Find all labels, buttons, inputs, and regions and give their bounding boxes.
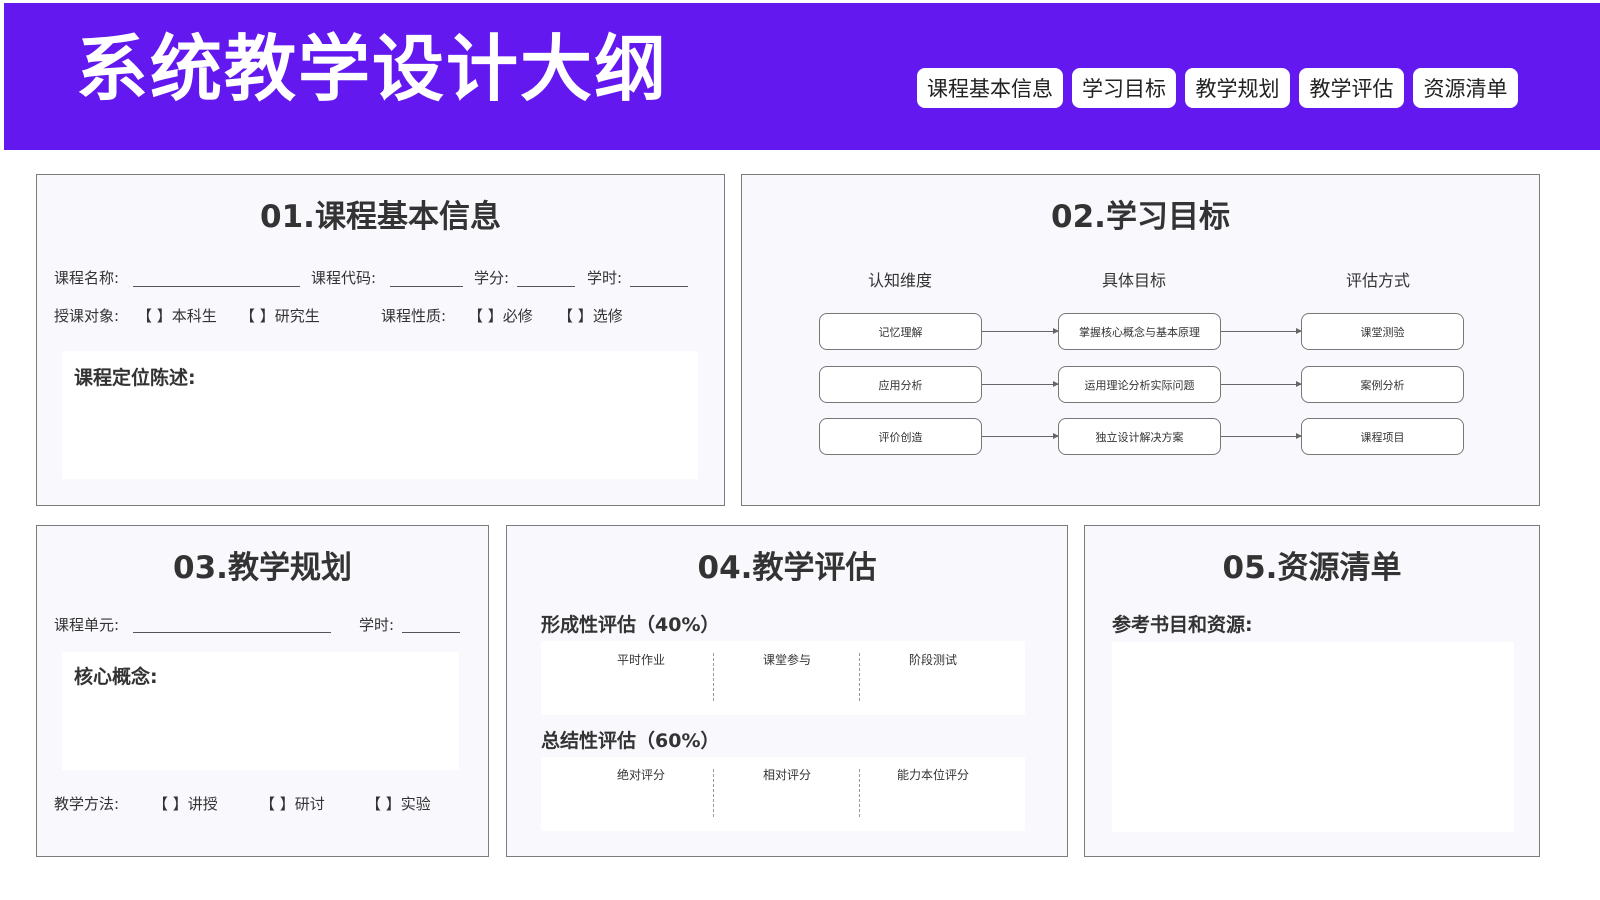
course-code-field[interactable] — [390, 286, 463, 287]
formative-item: 阶段测试 — [908, 653, 957, 667]
objective-box: 课堂测验 — [1301, 313, 1464, 350]
unit-label: 课程单元: — [54, 616, 120, 634]
divider — [713, 653, 714, 701]
arrow-connector — [982, 433, 1059, 439]
panel-title-objectives: 02.学习目标 — [1051, 199, 1230, 235]
option-discussion[interactable]: 【 】研讨 — [260, 793, 325, 814]
objective-box: 案例分析 — [1301, 366, 1464, 403]
objective-box: 评价创造 — [819, 418, 982, 455]
panel-objectives: 02.学习目标 认知维度 具体目标 评估方式 记忆理解 掌握核心概念与基本原理 … — [741, 174, 1540, 506]
audience-label: 授课对象: — [54, 307, 120, 325]
option-required[interactable]: 【 】必修 — [468, 305, 533, 326]
option-elective[interactable]: 【 】选修 — [558, 305, 623, 326]
nav-button-assessment[interactable]: 教学评估 — [1299, 68, 1404, 108]
option-graduate[interactable]: 【 】研究生 — [240, 305, 320, 326]
planning-hours-field[interactable] — [402, 632, 460, 633]
resources-area[interactable] — [1112, 642, 1514, 832]
divider — [713, 769, 714, 817]
objective-box: 课程项目 — [1301, 418, 1464, 455]
column-header-cognitive: 认知维度 — [867, 271, 932, 290]
resources-label: 参考书目和资源: — [1112, 614, 1253, 636]
divider — [859, 769, 860, 817]
column-header-evaluation: 评估方式 — [1345, 271, 1410, 290]
nav-button-basic-info[interactable]: 课程基本信息 — [917, 68, 1063, 108]
formative-label: 形成性评估（40%） — [541, 614, 720, 636]
hours-label: 学时: — [587, 269, 623, 287]
summative-label: 总结性评估（60%） — [541, 730, 720, 752]
column-header-specific: 具体目标 — [1101, 271, 1166, 290]
credit-label: 学分: — [474, 269, 510, 287]
arrow-connector — [1221, 433, 1302, 439]
panel-title-basic-info: 01.课程基本信息 — [260, 199, 501, 235]
course-name-label: 课程名称: — [54, 269, 120, 287]
panel-title-assessment: 04.教学评估 — [697, 550, 877, 586]
option-undergraduate[interactable]: 【 】本科生 — [137, 305, 217, 326]
panel-planning: 03.教学规划 课程单元: 学时: 核心概念: 教学方法: 【 】讲授 【 】研… — [36, 525, 489, 857]
planning-hours-label: 学时: — [359, 616, 395, 634]
objective-box: 记忆理解 — [819, 313, 982, 350]
formative-item: 平时作业 — [616, 653, 665, 667]
unit-field[interactable] — [133, 632, 331, 633]
nature-label: 课程性质: — [381, 307, 447, 325]
nav-button-objectives[interactable]: 学习目标 — [1072, 68, 1176, 108]
objective-box: 运用理论分析实际问题 — [1058, 366, 1221, 403]
credit-field[interactable] — [517, 286, 575, 287]
panel-title-resources: 05.资源清单 — [1222, 550, 1402, 586]
panel-assessment: 04.教学评估 形成性评估（40%） 平时作业 课堂参与 阶段测试 总结性评估（… — [506, 525, 1068, 857]
objective-box: 独立设计解决方案 — [1058, 418, 1221, 455]
objective-box: 掌握核心概念与基本原理 — [1058, 313, 1221, 350]
hours-field[interactable] — [630, 286, 688, 287]
objective-box: 应用分析 — [819, 366, 982, 403]
formative-item: 课堂参与 — [762, 653, 811, 667]
panel-basic-info: 01.课程基本信息 课程名称: 课程代码: 学分: 学时: 授课对象: 【 】本… — [36, 174, 725, 506]
arrow-connector — [1221, 328, 1302, 334]
nav-button-planning[interactable]: 教学规划 — [1185, 68, 1290, 108]
divider — [859, 653, 860, 701]
summative-item: 绝对评分 — [616, 768, 665, 782]
arrow-connector — [1221, 381, 1302, 387]
nav-button-resources[interactable]: 资源清单 — [1413, 68, 1518, 108]
method-label: 教学方法: — [54, 795, 120, 813]
panel-resources: 05.资源清单 参考书目和资源: — [1084, 525, 1540, 857]
summative-item: 能力本位评分 — [896, 768, 969, 782]
option-experiment[interactable]: 【 】实验 — [366, 793, 431, 814]
arrow-connector — [982, 381, 1059, 387]
course-name-field[interactable] — [133, 286, 300, 287]
summative-item: 相对评分 — [762, 768, 811, 782]
panel-title-planning: 03.教学规划 — [173, 550, 352, 586]
core-concept-label: 核心概念: — [74, 666, 158, 688]
option-lecture[interactable]: 【 】讲授 — [153, 793, 218, 814]
course-code-label: 课程代码: — [311, 269, 377, 287]
positioning-statement-label: 课程定位陈述: — [74, 367, 196, 389]
arrow-connector — [982, 328, 1059, 334]
page-title: 系统教学设计大纲 — [76, 27, 669, 111]
